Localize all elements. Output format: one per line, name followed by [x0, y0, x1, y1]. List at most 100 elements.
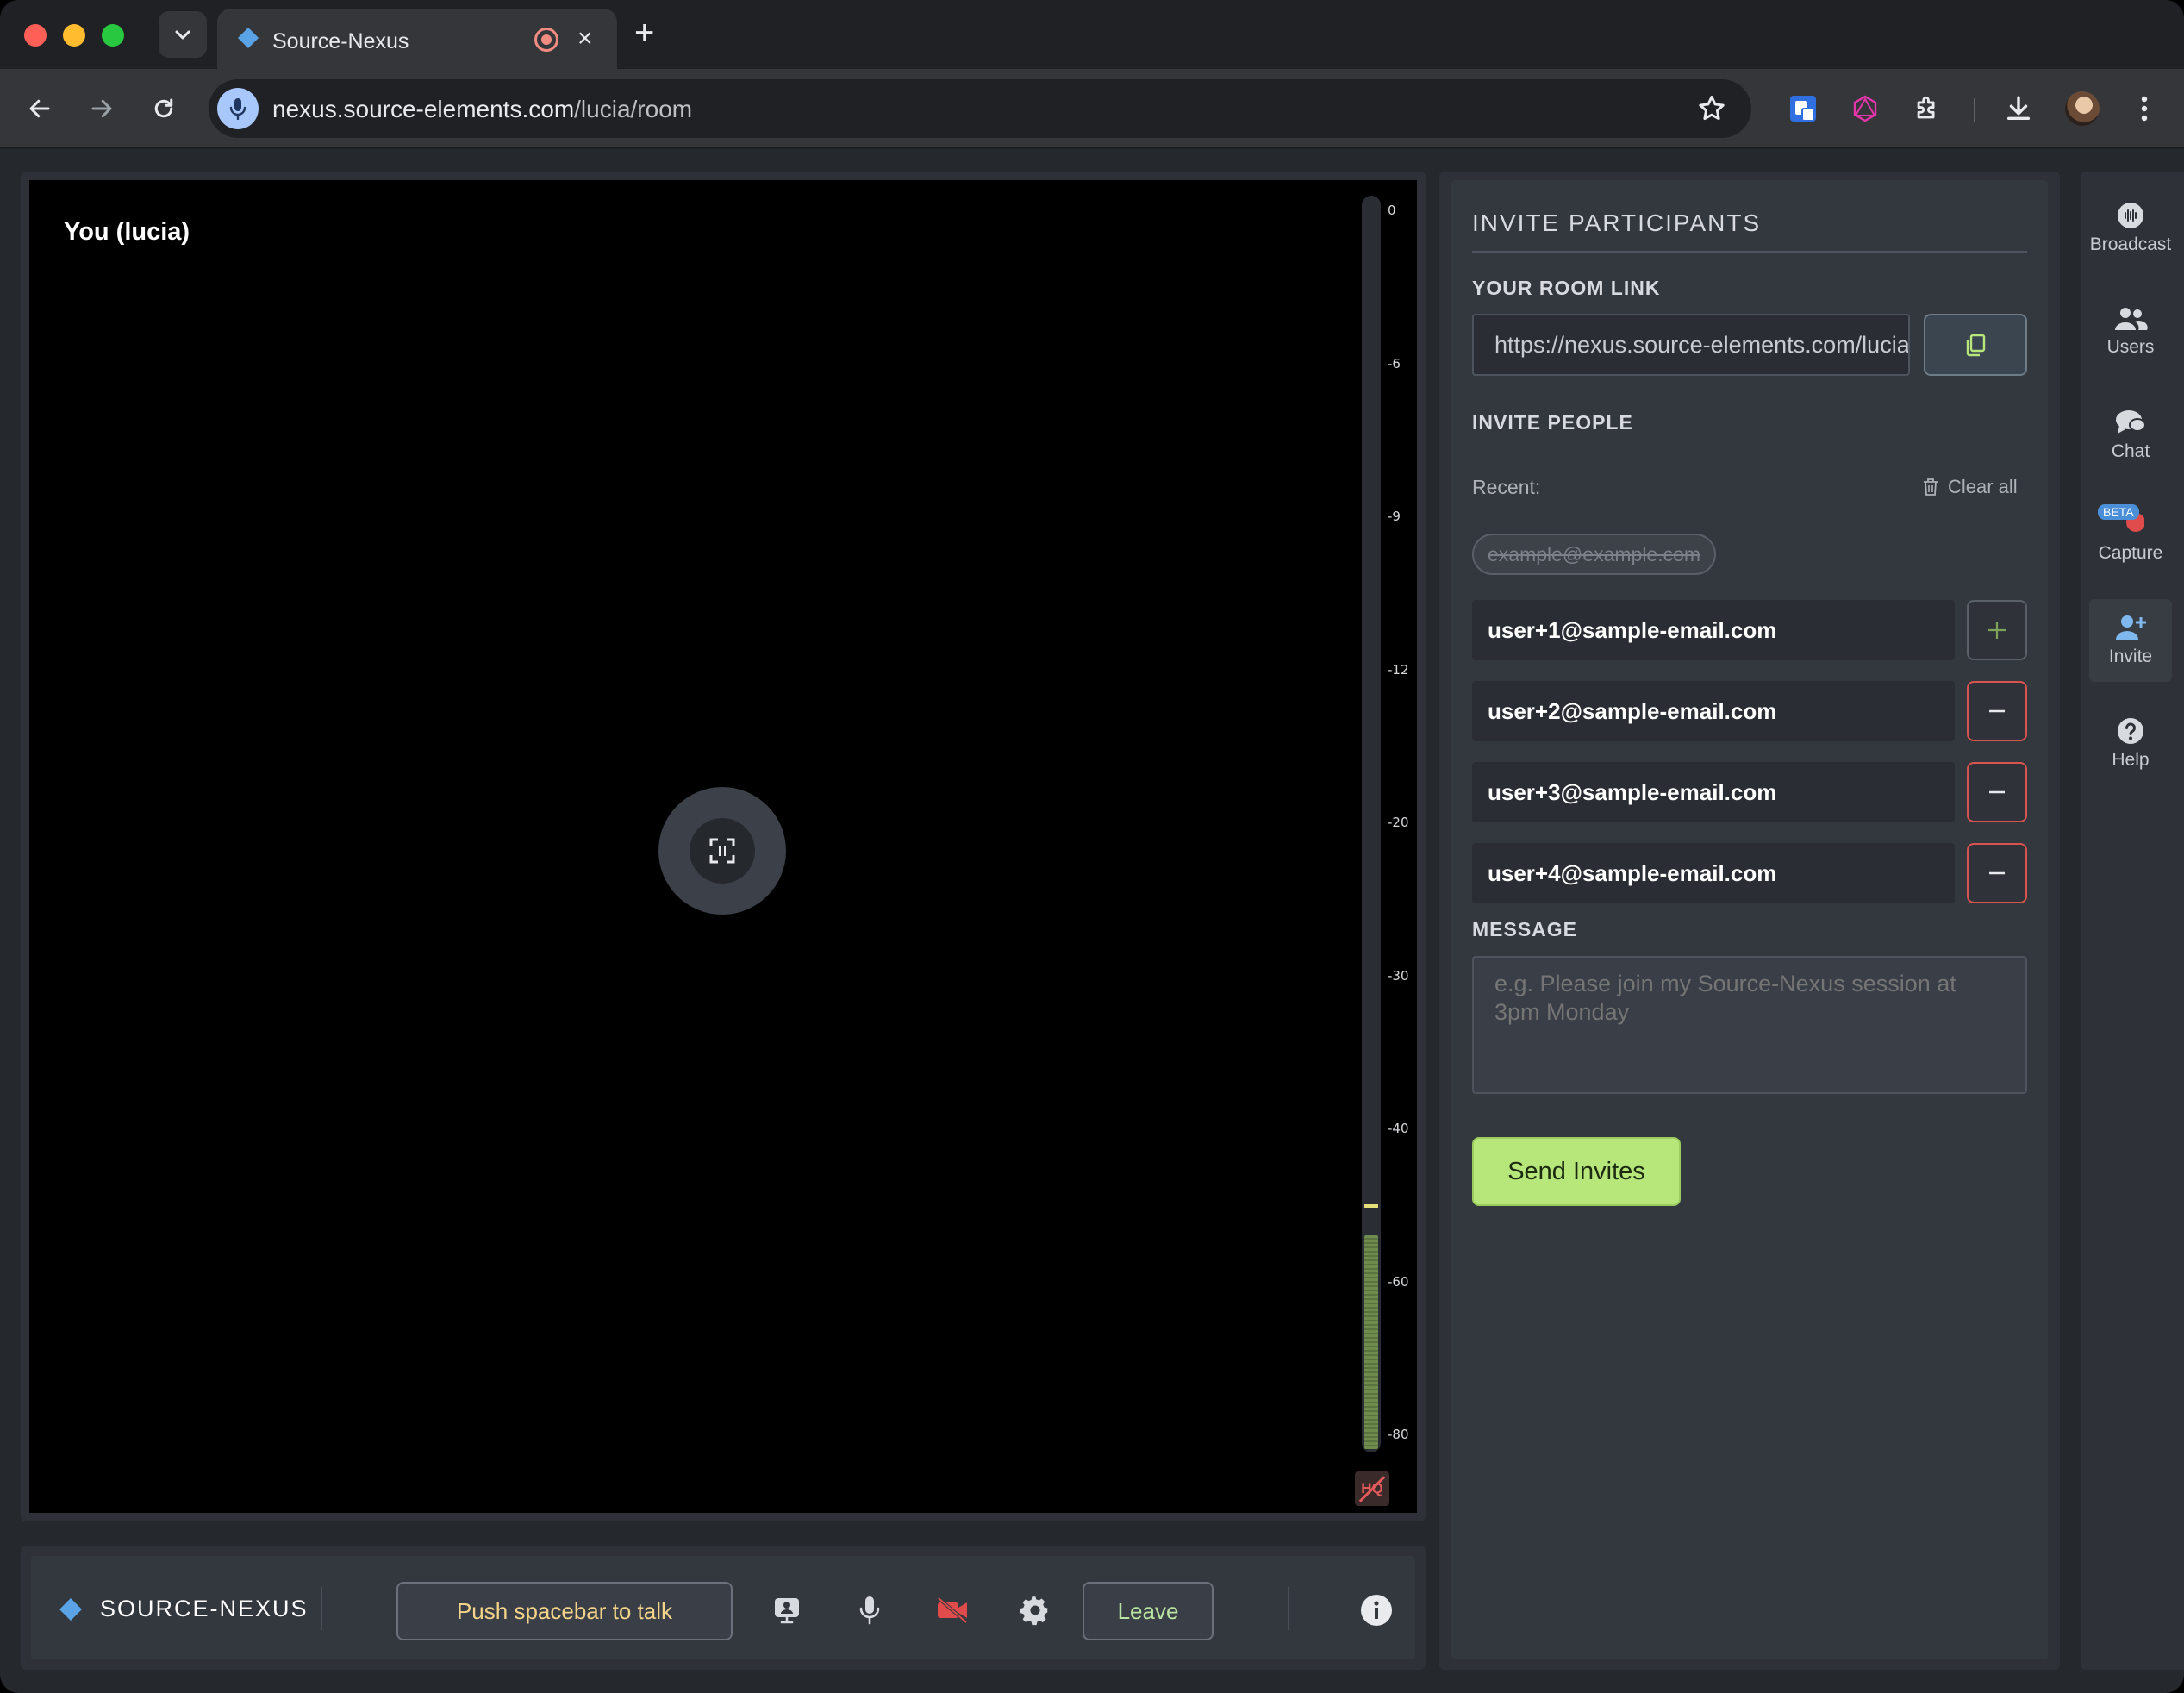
rail-item-help[interactable]: Help	[2089, 703, 2172, 785]
control-bar: SOURCE-NEXUS Push spacebar to talk Leave	[21, 1546, 1426, 1670]
rail-label: Broadcast	[2089, 234, 2172, 254]
chat-icon	[2116, 410, 2146, 434]
clear-all-label: Clear all	[1948, 476, 2018, 497]
url-text[interactable]: nexus.source-elements.com/lucia/room	[272, 96, 692, 123]
arrow-left-icon	[29, 99, 50, 118]
recording-indicator-icon	[534, 28, 558, 52]
help-icon	[2118, 718, 2143, 744]
close-window-button[interactable]	[24, 24, 47, 47]
minus-icon	[1989, 790, 2005, 794]
screen-share-button[interactable]	[765, 1589, 808, 1632]
more-options-icon[interactable]	[2124, 88, 2165, 129]
info-button[interactable]	[1355, 1589, 1398, 1632]
bookmark-star-icon[interactable]	[1696, 93, 1727, 124]
reload-icon	[154, 98, 173, 118]
download-icon[interactable]	[1998, 88, 2039, 129]
panel-title-rule	[1472, 251, 2027, 253]
maximize-window-button[interactable]	[102, 24, 124, 47]
meter-scale-label: -20	[1388, 815, 1409, 830]
minimize-window-button[interactable]	[63, 24, 85, 47]
graphql-extension-icon[interactable]	[1844, 88, 1886, 129]
tab-search-button[interactable]	[159, 11, 207, 58]
rail-label: Users	[2106, 337, 2155, 357]
hq-audio-disabled-badge[interactable]: HQ	[1355, 1471, 1389, 1506]
app-content: You (lucia) 0 -6 -9 -12 -20 -30 -40 -60 -80 HQ S…	[0, 149, 2184, 1693]
email-field[interactable]: user+1@sample-email.com	[1472, 600, 1955, 660]
arrow-right-icon	[91, 99, 112, 118]
audio-level-meter	[1362, 196, 1381, 1452]
panel-title: INVITE PARTICIPANTS	[1472, 209, 1762, 236]
meter-scale-label: -9	[1388, 509, 1401, 524]
source-nexus-logo-icon	[59, 1598, 82, 1621]
address-bar[interactable]: nexus.source-elements.com/lucia/room	[209, 79, 1751, 138]
rail-item-invite[interactable]: Invite	[2089, 599, 2172, 682]
rail-item-users[interactable]: Users	[2089, 290, 2172, 373]
remove-email-button[interactable]	[1967, 762, 2027, 822]
push-to-talk-button[interactable]: Push spacebar to talk	[396, 1582, 733, 1640]
rail-item-chat[interactable]: Chat	[2089, 394, 2172, 477]
meter-scale-label: -60	[1388, 1273, 1409, 1290]
rail-label: Invite	[2108, 647, 2153, 666]
send-invites-button[interactable]: Send Invites	[1472, 1137, 1681, 1206]
add-email-button[interactable]	[1967, 600, 2027, 660]
control-bar-divider	[321, 1587, 322, 1630]
source-nexus-favicon-icon	[238, 28, 259, 48]
rail-label: Capture	[2098, 543, 2163, 563]
copy-link-button[interactable]	[1924, 314, 2027, 376]
back-button[interactable]	[19, 88, 60, 129]
meter-scale-label: -30	[1388, 967, 1409, 984]
url-path: /lucia/room	[574, 96, 693, 122]
rail-item-capture[interactable]: BETA Capture	[2089, 496, 2172, 578]
recent-label: Recent:	[1472, 476, 1541, 498]
settings-button[interactable]	[1014, 1589, 1057, 1632]
room-link-label: YOUR ROOM LINK	[1472, 277, 1661, 299]
reload-button[interactable]	[143, 88, 184, 129]
profile-avatar[interactable]	[2065, 91, 2100, 126]
password-manager-extension-icon[interactable]	[1782, 88, 1824, 129]
tab-title: Source-Nexus	[272, 29, 409, 53]
leave-button[interactable]: Leave	[1083, 1582, 1214, 1640]
camera-off-button[interactable]	[931, 1589, 974, 1632]
video-stage: You (lucia) 0 -6 -9 -12 -20 -30 -40 -60 -80 HQ	[29, 180, 1417, 1513]
extensions-puzzle-icon[interactable]	[1906, 88, 1948, 129]
gear-icon	[1020, 1596, 1048, 1626]
email-field[interactable]: user+2@sample-email.com	[1472, 681, 1955, 741]
recent-email-chip[interactable]: example@example.com	[1472, 534, 1717, 575]
active-tab[interactable]: Source-Nexus ×	[217, 9, 617, 69]
tab-close-icon[interactable]: ×	[577, 24, 593, 53]
email-field[interactable]: user+3@sample-email.com	[1472, 762, 1955, 822]
plus-icon	[1988, 622, 2006, 639]
brand-name: SOURCE-NEXUS	[100, 1596, 309, 1621]
room-link-field[interactable]: https://nexus.source-elements.com/lucia/…	[1472, 314, 1910, 376]
right-rail: Broadcast Users Chat BETA Capture Invite	[2081, 172, 2184, 1670]
microphone-in-use-icon[interactable]	[217, 88, 259, 129]
presenter-icon	[775, 1598, 799, 1624]
meter-scale-label: -6	[1388, 355, 1401, 372]
browser-toolbar: nexus.source-elements.com/lucia/room	[0, 69, 2184, 148]
invite-people-label: INVITE PEOPLE	[1472, 411, 1633, 434]
microphone-button[interactable]	[848, 1589, 891, 1632]
message-label: MESSAGE	[1472, 918, 1578, 940]
remove-email-button[interactable]	[1967, 681, 2027, 741]
fullscreen-button[interactable]	[658, 787, 786, 915]
users-icon	[2115, 308, 2148, 330]
clear-all-button[interactable]: Clear all	[1922, 476, 2018, 498]
message-textarea[interactable]	[1472, 956, 2027, 1094]
tab-strip: Source-Nexus × +	[0, 0, 2184, 69]
minus-icon	[1989, 709, 2005, 713]
new-tab-button[interactable]: +	[634, 14, 654, 52]
rail-item-broadcast[interactable]: Broadcast	[2089, 187, 2172, 270]
url-host: nexus.source-elements.com	[272, 96, 575, 122]
browser-window: Source-Nexus × + nexus.source-elements.c…	[0, 0, 2184, 1693]
toolbar-divider	[1974, 98, 1975, 122]
chevron-down-icon	[175, 30, 190, 40]
email-field[interactable]: user+4@sample-email.com	[1472, 843, 1955, 903]
microphone-icon	[859, 1596, 880, 1625]
audio-level-fill	[1364, 1235, 1378, 1449]
video-panel: You (lucia) 0 -6 -9 -12 -20 -30 -40 -60 -80 HQ	[21, 172, 1426, 1521]
trash-icon	[1924, 478, 1938, 496]
remove-email-button[interactable]	[1967, 843, 2027, 903]
video-off-icon	[937, 1596, 968, 1624]
forward-button[interactable]	[81, 88, 122, 129]
info-icon	[1361, 1595, 1392, 1626]
